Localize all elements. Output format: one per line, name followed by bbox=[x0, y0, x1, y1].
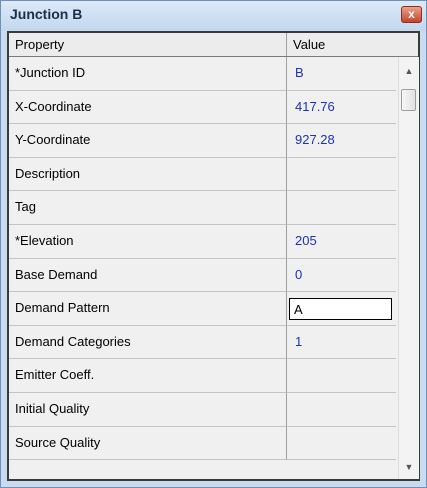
property-name: Initial Quality bbox=[9, 392, 287, 427]
grid-body: *Junction ID B X-Coordinate 417.76 Y-Coo… bbox=[9, 57, 419, 479]
close-button[interactable]: x bbox=[401, 6, 422, 23]
property-name: Y-Coordinate bbox=[9, 124, 287, 158]
property-value[interactable]: 417.76 bbox=[287, 90, 396, 125]
vertical-scrollbar[interactable]: ▲ ▼ bbox=[398, 57, 419, 479]
title-bar[interactable]: Junction B x bbox=[1, 1, 426, 31]
value-column-header[interactable]: Value bbox=[287, 33, 418, 56]
property-value[interactable]: 0 bbox=[287, 258, 396, 293]
row-demand-pattern[interactable]: Demand Pattern bbox=[9, 292, 396, 326]
row-source-quality[interactable]: Source Quality bbox=[9, 426, 396, 461]
row-x-coordinate[interactable]: X-Coordinate 417.76 bbox=[9, 90, 396, 125]
property-name: Emitter Coeff. bbox=[9, 359, 287, 393]
row-junction-id[interactable]: *Junction ID B bbox=[9, 57, 396, 91]
arrow-up-icon[interactable]: ▲ bbox=[399, 61, 419, 81]
property-name: Demand Categories bbox=[9, 325, 287, 360]
row-base-demand[interactable]: Base Demand 0 bbox=[9, 258, 396, 293]
property-editor-window: Junction B x Property Value *Junction ID… bbox=[0, 0, 427, 488]
row-emitter-coeff[interactable]: Emitter Coeff. bbox=[9, 359, 396, 393]
property-value[interactable]: 205 bbox=[287, 224, 396, 259]
property-value[interactable]: 1 bbox=[287, 325, 396, 360]
property-name: Description bbox=[9, 157, 287, 192]
property-value[interactable]: 927.28 bbox=[287, 124, 396, 158]
window-client-area: Property Value *Junction ID B X-Coordina… bbox=[7, 31, 420, 481]
property-value[interactable]: B bbox=[287, 57, 396, 91]
grid-header: Property Value bbox=[9, 33, 418, 57]
row-initial-quality[interactable]: Initial Quality bbox=[9, 392, 396, 427]
row-demand-categories[interactable]: Demand Categories 1 bbox=[9, 325, 396, 360]
row-description[interactable]: Description bbox=[9, 157, 396, 192]
row-tag[interactable]: Tag bbox=[9, 191, 396, 225]
property-name: X-Coordinate bbox=[9, 90, 287, 125]
property-column-header[interactable]: Property bbox=[9, 33, 287, 56]
property-grid: Property Value *Junction ID B X-Coordina… bbox=[7, 31, 420, 481]
property-name: Demand Pattern bbox=[9, 292, 287, 326]
property-name: Base Demand bbox=[9, 258, 287, 293]
grid-rows: *Junction ID B X-Coordinate 417.76 Y-Coo… bbox=[9, 57, 396, 461]
property-value[interactable] bbox=[287, 191, 396, 225]
row-elevation[interactable]: *Elevation 205 bbox=[9, 224, 396, 259]
arrow-down-icon[interactable]: ▼ bbox=[399, 457, 419, 477]
property-name: *Junction ID bbox=[9, 57, 287, 91]
demand-pattern-input[interactable] bbox=[289, 298, 392, 321]
property-value[interactable] bbox=[287, 392, 396, 427]
row-y-coordinate[interactable]: Y-Coordinate 927.28 bbox=[9, 124, 396, 158]
property-value[interactable] bbox=[287, 359, 396, 393]
property-name: Tag bbox=[9, 191, 287, 225]
window-title: Junction B bbox=[10, 6, 83, 22]
property-name: Source Quality bbox=[9, 426, 287, 461]
property-value[interactable] bbox=[287, 157, 396, 192]
scrollbar-thumb[interactable] bbox=[401, 89, 416, 111]
close-icon: x bbox=[408, 7, 415, 21]
property-value-cell bbox=[287, 292, 396, 326]
property-name: *Elevation bbox=[9, 224, 287, 259]
property-value[interactable] bbox=[287, 426, 396, 461]
